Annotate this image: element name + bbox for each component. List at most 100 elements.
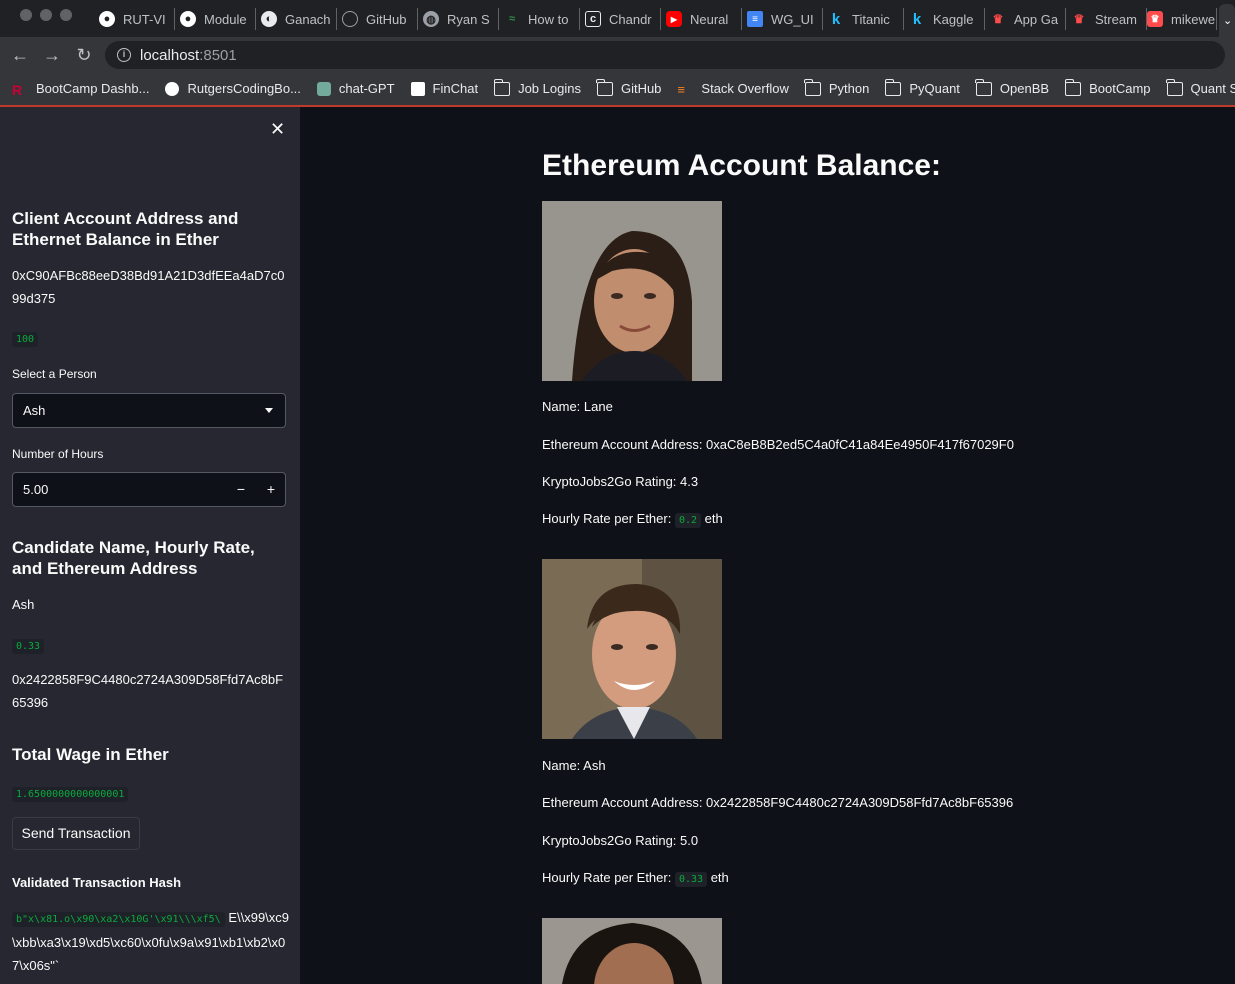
finchat-icon: [410, 81, 425, 96]
candidate-photo: [542, 918, 722, 984]
folder-icon: [596, 78, 613, 96]
folder-icon: [1064, 78, 1082, 96]
folder-icon: [884, 78, 902, 96]
bookmark-item[interactable]: PyQuant: [884, 78, 960, 96]
url-input[interactable]: i localhost:8501: [105, 41, 1225, 69]
decrement-button[interactable]: −: [237, 473, 245, 506]
close-icon[interactable]: ✕: [270, 119, 285, 140]
streamlit-icon: ♛: [1147, 11, 1163, 27]
client-heading: Client Account Address and Ethernet Bala…: [12, 209, 239, 249]
window-zoom-button[interactable]: [60, 9, 72, 21]
url-host: localhost: [140, 46, 200, 64]
bookmarks-bar: R BootCamp Dashb... RutgersCodingBo... ch…: [0, 72, 1235, 105]
bookmark-item[interactable]: ≡ Stack Overflow: [677, 81, 788, 97]
person-select[interactable]: Ash: [12, 393, 286, 428]
bookmark-item[interactable]: OpenBB: [975, 78, 1049, 96]
browser-tab[interactable]: ♛ Stream: [1071, 8, 1147, 30]
client-balance-container: 100: [12, 329, 39, 347]
rate-label: Hourly Rate per Ether:: [542, 870, 672, 885]
bookmark-item[interactable]: BootCamp: [1064, 78, 1151, 96]
browser-tab[interactable]: ◐ Ganach: [261, 8, 337, 30]
transaction-hash: b"x\x81.o\x90\xa2\x10G'\x91\\\xf5\ E\\x9…: [12, 906, 292, 977]
person-select-value: Ash: [23, 403, 46, 418]
ganache-icon: ◐: [261, 11, 277, 27]
browser-tab[interactable]: GitHub: [342, 8, 418, 30]
browser-tab[interactable]: k Titanic: [828, 8, 904, 30]
folder-icon: [1166, 78, 1183, 96]
globe-icon: ◍: [423, 11, 439, 27]
candidate-photo: [542, 559, 722, 739]
candidate-rate: Hourly Rate per Ether: 0.33 eth: [542, 870, 729, 887]
hexagon-icon: c: [585, 11, 601, 27]
client-address: 0xC90AFBc88eeD38Bd91A21D3dfEEa4aD7c099d3…: [12, 268, 285, 306]
folder-icon: [804, 78, 821, 96]
bookmark-item[interactable]: R BootCamp Dashb...: [12, 81, 149, 98]
forward-arrow-icon[interactable]: →: [42, 45, 62, 65]
increment-button[interactable]: +: [267, 473, 275, 506]
browser-address-bar: ← → ↻ i localhost:8501: [0, 37, 1235, 72]
kaggle-icon: k: [912, 10, 922, 28]
bookmark-item[interactable]: Quant Stu: [1166, 78, 1235, 96]
hours-input[interactable]: 5.00 − +: [12, 472, 286, 507]
browser-tab[interactable]: ♛ App Ga: [990, 8, 1066, 30]
send-transaction-button[interactable]: Send Transaction: [12, 817, 140, 850]
kaggle-icon: k: [831, 10, 841, 28]
back-arrow-icon[interactable]: ←: [10, 45, 30, 65]
browser-tab-bar: ● RUT-VI ● Module ◐ Ganach GitHub ◍ Ryan S ≈…: [0, 0, 1235, 37]
hours-label: Number of Hours: [12, 447, 104, 461]
bookmark-item[interactable]: Job Logins: [493, 78, 581, 96]
browser-tab[interactable]: ♛ mikewe: [1147, 8, 1217, 30]
browser-tab[interactable]: ● RUT-VI: [99, 8, 175, 30]
info-icon[interactable]: i: [117, 48, 131, 62]
bookmark-item[interactable]: FinChat: [410, 81, 478, 96]
wage-heading: Total Wage in Ether: [12, 745, 169, 764]
hash-code: b"x\x81.o\x90\xa2\x10G'\x91\\\xf5\: [12, 912, 225, 927]
browser-tab[interactable]: ≈ How to: [504, 8, 580, 30]
candidate-rate: 0.33: [12, 639, 45, 654]
candidate-rating: KryptoJobs2Go Rating: 5.0: [542, 833, 699, 848]
browser-tab[interactable]: ● Module: [180, 8, 256, 30]
rutgers-icon: R: [12, 81, 23, 98]
page-title: Ethereum Account Balance:: [542, 149, 941, 182]
candidate-address: Ethereum Account Address: 0x2422858F9C44…: [542, 795, 1014, 810]
select-person-label: Select a Person: [12, 367, 97, 381]
docs-icon: ≡: [747, 11, 763, 27]
youtube-icon: ▶: [666, 11, 682, 27]
browser-tab[interactable]: ▶ Neural: [666, 8, 742, 30]
candidate-address: Ethereum Account Address: 0xaC8eB8B2ed5C…: [542, 437, 1014, 452]
url-port: :8501: [199, 46, 237, 64]
candidate-address: 0x2422858F9C4480c2724A309D58Ffd7Ac8bF653…: [12, 672, 284, 710]
bookmark-item[interactable]: RutgersCodingBo...: [165, 81, 301, 96]
candidate-rating: KryptoJobs2Go Rating: 4.3: [542, 474, 699, 489]
stackoverflow-icon: ≡: [677, 81, 686, 97]
bookmark-item[interactable]: Python: [804, 78, 869, 96]
browser-tab[interactable]: k Kaggle: [909, 8, 985, 30]
geeksforgeeks-icon: ≈: [508, 13, 516, 25]
candidate-name: Name: Lane: [542, 399, 613, 414]
browser-tab[interactable]: ≡ WG_UI: [747, 8, 823, 30]
openai-icon: [316, 81, 331, 96]
main-content: Ethereum Account Balance: Name: Lane Eth…: [300, 107, 1235, 984]
streamlit-icon: ♛: [1073, 12, 1085, 26]
rate-unit: eth: [710, 870, 729, 885]
hours-value: 5.00: [23, 482, 49, 497]
reload-icon[interactable]: ↻: [74, 45, 94, 65]
github-icon: ●: [180, 11, 196, 27]
candidate-heading: Candidate Name, Hourly Rate, and Ethereu…: [12, 538, 255, 578]
sidebar: ✕ Client Account Address and Ethernet Ba…: [0, 107, 300, 984]
browser-tab[interactable]: ◍ Ryan S: [423, 8, 499, 30]
candidate-name: Name: Ash: [542, 758, 606, 773]
rate-unit: eth: [704, 511, 723, 526]
rate-value: 0.2: [674, 513, 702, 528]
window-close-button[interactable]: [20, 9, 32, 21]
bookmark-item[interactable]: chat-GPT: [316, 81, 395, 96]
browser-tab[interactable]: c Chandr: [585, 8, 661, 30]
github-icon: [165, 81, 180, 96]
candidate-rate-container: 0.33: [12, 636, 45, 654]
browser-tab-active[interactable]: ⌄: [1219, 4, 1235, 37]
folder-icon: [493, 78, 511, 96]
candidate-name: Ash: [12, 597, 35, 612]
window-minimize-button[interactable]: [40, 9, 52, 21]
bookmark-item[interactable]: GitHub: [596, 78, 661, 96]
github-icon: [342, 11, 358, 27]
